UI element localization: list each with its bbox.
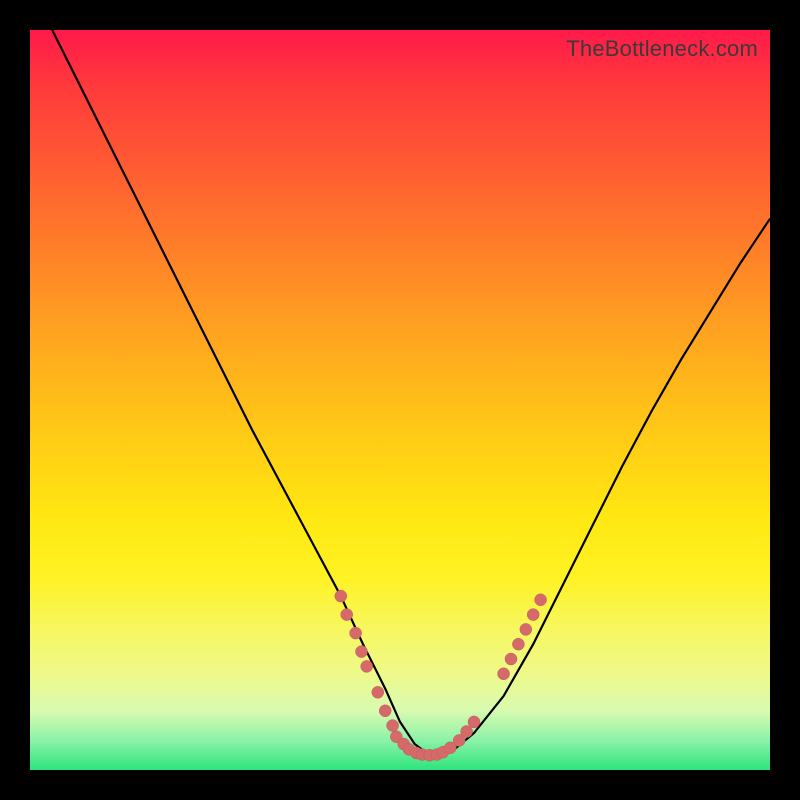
highlight-dot xyxy=(387,720,399,732)
highlight-dot xyxy=(498,668,510,680)
highlight-dot xyxy=(361,660,373,672)
highlight-dot xyxy=(379,705,391,717)
highlight-dot xyxy=(527,609,539,621)
bottleneck-curve xyxy=(52,30,770,755)
highlight-dot xyxy=(535,594,547,606)
highlight-dot xyxy=(341,609,353,621)
highlight-dot xyxy=(372,686,384,698)
highlight-dot xyxy=(520,623,532,635)
highlight-dot xyxy=(356,646,368,658)
highlight-dot xyxy=(350,627,362,639)
highlight-dot xyxy=(512,638,524,650)
highlight-dot xyxy=(335,590,347,602)
chart-svg xyxy=(30,30,770,770)
highlight-dot xyxy=(468,716,480,728)
watermark-text: TheBottleneck.com xyxy=(566,36,758,62)
highlight-dot xyxy=(505,653,517,665)
highlight-dot xyxy=(461,726,473,738)
chart-plot-area: TheBottleneck.com xyxy=(30,30,770,770)
